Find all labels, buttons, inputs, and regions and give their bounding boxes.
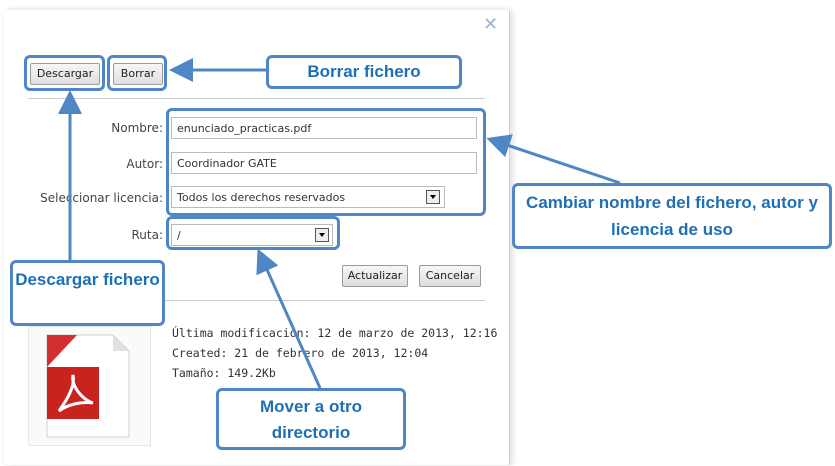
callout-delete: Borrar fichero xyxy=(266,55,462,89)
arrow-move xyxy=(256,248,322,389)
arrow-rename xyxy=(486,134,621,185)
callout-move: Mover a otro directorio xyxy=(216,388,406,450)
callout-download: Descargar fichero xyxy=(10,260,165,326)
callout-rename: Cambiar nombre del fichero, autor y lice… xyxy=(512,183,832,249)
